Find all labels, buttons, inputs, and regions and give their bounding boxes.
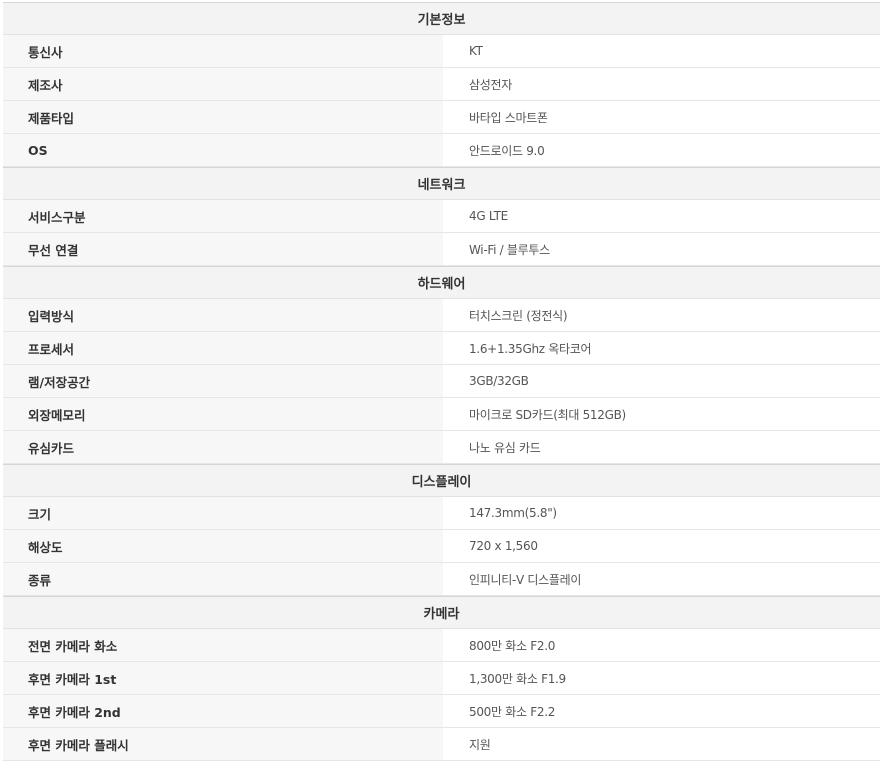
spec-label: 종류 [3, 563, 443, 595]
spec-value: 바타입 스마트폰 [443, 101, 880, 133]
table-row: 제품타입 바타입 스마트폰 [3, 101, 880, 134]
spec-value: 1,300만 화소 F1.9 [443, 662, 880, 694]
section-header-basic-info: 기본정보 [3, 2, 880, 35]
spec-label: 프로세서 [3, 332, 443, 364]
section-header-display: 디스플레이 [3, 464, 880, 497]
spec-label: 서비스구분 [3, 200, 443, 232]
spec-value: 마이크로 SD카드(최대 512GB) [443, 398, 880, 430]
table-row: OS 안드로이드 9.0 [3, 134, 880, 167]
spec-label: 후면 카메라 2nd [3, 695, 443, 727]
spec-value: 터치스크린 (정전식) [443, 299, 880, 331]
spec-label: 제품타입 [3, 101, 443, 133]
table-row: 램/저장공간 3GB/32GB [3, 365, 880, 398]
spec-value: 삼성전자 [443, 68, 880, 100]
table-row: 제조사 삼성전자 [3, 68, 880, 101]
spec-value: 800만 화소 F2.0 [443, 629, 880, 661]
spec-label: 무선 연결 [3, 233, 443, 265]
table-row: 서비스구분 4G LTE [3, 200, 880, 233]
spec-value: 720 x 1,560 [443, 530, 880, 562]
table-row: 크기 147.3mm(5.8") [3, 497, 880, 530]
spec-label: 후면 카메라 플래시 [3, 728, 443, 760]
table-row: 전면 카메라 화소 800만 화소 F2.0 [3, 629, 880, 662]
table-row: 후면 카메라 1st 1,300만 화소 F1.9 [3, 662, 880, 695]
spec-value: 지원 [443, 728, 880, 760]
spec-value: KT [443, 35, 880, 67]
spec-value: 4G LTE [443, 200, 880, 232]
section-header-network: 네트워크 [3, 167, 880, 200]
section-header-hardware: 하드웨어 [3, 266, 880, 299]
table-row: 무선 연결 Wi-Fi / 블루투스 [3, 233, 880, 266]
table-row: 유심카드 나노 유심 카드 [3, 431, 880, 464]
table-row: 종류 인피니티-V 디스플레이 [3, 563, 880, 596]
table-row: 후면 카메라 플래시 지원 [3, 728, 880, 761]
table-row: 외장메모리 마이크로 SD카드(최대 512GB) [3, 398, 880, 431]
table-row: 통신사 KT [3, 35, 880, 68]
spec-label: 통신사 [3, 35, 443, 67]
spec-value: 3GB/32GB [443, 365, 880, 397]
spec-label: OS [3, 134, 443, 166]
spec-value: 1.6+1.35Ghz 옥타코어 [443, 332, 880, 364]
table-row: 후면 카메라 2nd 500만 화소 F2.2 [3, 695, 880, 728]
spec-label: 크기 [3, 497, 443, 529]
spec-value: 500만 화소 F2.2 [443, 695, 880, 727]
table-row: 해상도 720 x 1,560 [3, 530, 880, 563]
table-row: 입력방식 터치스크린 (정전식) [3, 299, 880, 332]
spec-label: 유심카드 [3, 431, 443, 463]
spec-value: 147.3mm(5.8") [443, 497, 880, 529]
spec-label: 램/저장공간 [3, 365, 443, 397]
spec-label: 제조사 [3, 68, 443, 100]
section-header-camera: 카메라 [3, 596, 880, 629]
spec-table: 기본정보 통신사 KT 제조사 삼성전자 제품타입 바타입 스마트폰 OS 안드… [3, 2, 880, 761]
table-row: 프로세서 1.6+1.35Ghz 옥타코어 [3, 332, 880, 365]
spec-label: 해상도 [3, 530, 443, 562]
spec-label: 전면 카메라 화소 [3, 629, 443, 661]
spec-label: 외장메모리 [3, 398, 443, 430]
spec-label: 후면 카메라 1st [3, 662, 443, 694]
spec-value: 안드로이드 9.0 [443, 134, 880, 166]
spec-label: 입력방식 [3, 299, 443, 331]
spec-value: 인피니티-V 디스플레이 [443, 563, 880, 595]
spec-value: Wi-Fi / 블루투스 [443, 233, 880, 265]
spec-value: 나노 유심 카드 [443, 431, 880, 463]
